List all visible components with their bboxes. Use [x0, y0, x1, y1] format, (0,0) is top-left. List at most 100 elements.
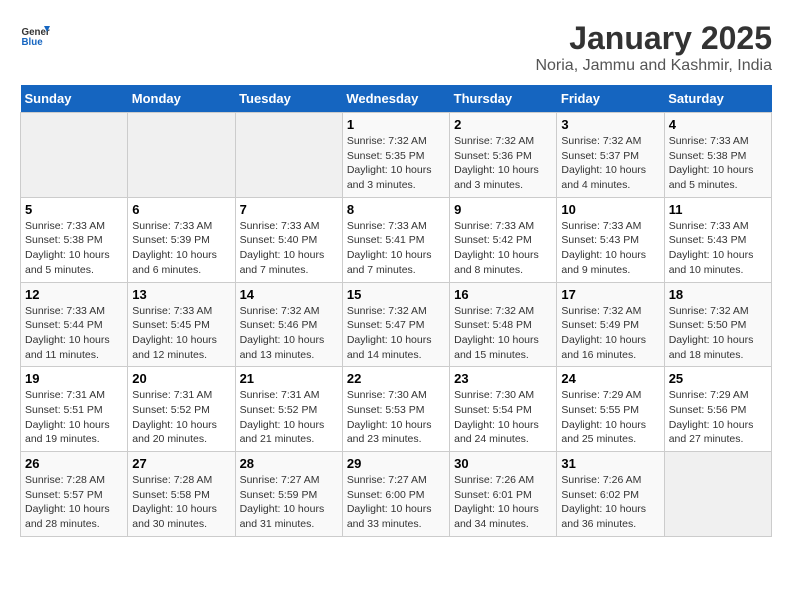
- svg-text:Blue: Blue: [22, 37, 44, 48]
- table-row: 12Sunrise: 7:33 AM Sunset: 5:44 PM Dayli…: [21, 282, 128, 367]
- day-info: Sunrise: 7:30 AM Sunset: 5:54 PM Dayligh…: [454, 388, 552, 447]
- table-row: 9 Sunrise: 7:33 AM Sunset: 5:42 PM Daylig…: [450, 197, 557, 282]
- day-info: Sunrise: 7:27 AM Sunset: 5:59 PM Dayligh…: [240, 473, 338, 532]
- day-info: Sunrise: 7:33 AM Sunset: 5:45 PM Dayligh…: [132, 304, 230, 363]
- day-number: 6: [132, 202, 230, 217]
- day-info: Sunrise: 7:32 AM Sunset: 5:49 PM Dayligh…: [561, 304, 659, 363]
- day-info: Sunrise: 7:26 AM Sunset: 6:01 PM Dayligh…: [454, 473, 552, 532]
- day-number: 18: [669, 287, 767, 302]
- day-info: Sunrise: 7:28 AM Sunset: 5:57 PM Dayligh…: [25, 473, 123, 532]
- day-info: Sunrise: 7:33 AM Sunset: 5:40 PM Dayligh…: [240, 219, 338, 278]
- weekday-header-row: Sunday Monday Tuesday Wednesday Thursday…: [21, 85, 772, 113]
- header: General Blue January 2025 Noria, Jammu a…: [20, 20, 772, 75]
- table-row: 24 Sunrise: 7:29 AM Sunset: 5:55 PM Dayli…: [557, 367, 664, 452]
- table-row: 29Sunrise: 7:27 AM Sunset: 6:00 PM Dayli…: [342, 452, 449, 537]
- table-row: 23 Sunrise: 7:30 AM Sunset: 5:54 PM Dayli…: [450, 367, 557, 452]
- day-info: Sunrise: 7:33 AM Sunset: 5:39 PM Dayligh…: [132, 219, 230, 278]
- day-info: Sunrise: 7:33 AM Sunset: 5:44 PM Dayligh…: [25, 304, 123, 363]
- calendar-week-row: 19 Sunrise: 7:31 AM Sunset: 5:51 PM Dayli…: [21, 367, 772, 452]
- day-info: Sunrise: 7:32 AM Sunset: 5:50 PM Dayligh…: [669, 304, 767, 363]
- table-row: 19 Sunrise: 7:31 AM Sunset: 5:51 PM Dayli…: [21, 367, 128, 452]
- day-number: 2: [454, 117, 552, 132]
- day-number: 14: [240, 287, 338, 302]
- table-row: 22Sunrise: 7:30 AM Sunset: 5:53 PM Dayli…: [342, 367, 449, 452]
- day-info: Sunrise: 7:33 AM Sunset: 5:38 PM Dayligh…: [25, 219, 123, 278]
- day-number: 29: [347, 456, 445, 471]
- day-number: 26: [25, 456, 123, 471]
- table-row: 8Sunrise: 7:33 AM Sunset: 5:41 PM Daylig…: [342, 197, 449, 282]
- header-monday: Monday: [128, 85, 235, 113]
- day-info: Sunrise: 7:32 AM Sunset: 5:46 PM Dayligh…: [240, 304, 338, 363]
- table-row: 13 Sunrise: 7:33 AM Sunset: 5:45 PM Dayli…: [128, 282, 235, 367]
- table-row: 18 Sunrise: 7:32 AM Sunset: 5:50 PM Dayli…: [664, 282, 771, 367]
- day-number: 9: [454, 202, 552, 217]
- table-row: 11Sunrise: 7:33 AM Sunset: 5:43 PM Dayli…: [664, 197, 771, 282]
- day-info: Sunrise: 7:33 AM Sunset: 5:38 PM Dayligh…: [669, 134, 767, 193]
- table-row: 2 Sunrise: 7:32 AM Sunset: 5:36 PM Daylig…: [450, 113, 557, 198]
- table-row: [128, 113, 235, 198]
- table-row: 6 Sunrise: 7:33 AM Sunset: 5:39 PM Daylig…: [128, 197, 235, 282]
- table-row: 17 Sunrise: 7:32 AM Sunset: 5:49 PM Dayli…: [557, 282, 664, 367]
- day-info: Sunrise: 7:29 AM Sunset: 5:56 PM Dayligh…: [669, 388, 767, 447]
- table-row: [664, 452, 771, 537]
- day-number: 19: [25, 371, 123, 386]
- day-info: Sunrise: 7:31 AM Sunset: 5:52 PM Dayligh…: [240, 388, 338, 447]
- calendar-week-row: 12Sunrise: 7:33 AM Sunset: 5:44 PM Dayli…: [21, 282, 772, 367]
- header-saturday: Saturday: [664, 85, 771, 113]
- header-sunday: Sunday: [21, 85, 128, 113]
- day-info: Sunrise: 7:33 AM Sunset: 5:43 PM Dayligh…: [561, 219, 659, 278]
- day-info: Sunrise: 7:32 AM Sunset: 5:37 PM Dayligh…: [561, 134, 659, 193]
- table-row: 21 Sunrise: 7:31 AM Sunset: 5:52 PM Dayli…: [235, 367, 342, 452]
- calendar-title: January 2025: [535, 20, 772, 57]
- calendar-week-row: 26 Sunrise: 7:28 AM Sunset: 5:57 PM Dayli…: [21, 452, 772, 537]
- table-row: [235, 113, 342, 198]
- table-row: 7Sunrise: 7:33 AM Sunset: 5:40 PM Daylig…: [235, 197, 342, 282]
- day-info: Sunrise: 7:33 AM Sunset: 5:42 PM Dayligh…: [454, 219, 552, 278]
- day-info: Sunrise: 7:33 AM Sunset: 5:43 PM Dayligh…: [669, 219, 767, 278]
- table-row: 31 Sunrise: 7:26 AM Sunset: 6:02 PM Dayli…: [557, 452, 664, 537]
- table-row: 1Sunrise: 7:32 AM Sunset: 5:35 PM Daylig…: [342, 113, 449, 198]
- day-number: 22: [347, 371, 445, 386]
- calendar-week-row: 5 Sunrise: 7:33 AM Sunset: 5:38 PM Daylig…: [21, 197, 772, 282]
- day-info: Sunrise: 7:32 AM Sunset: 5:36 PM Dayligh…: [454, 134, 552, 193]
- table-row: 5 Sunrise: 7:33 AM Sunset: 5:38 PM Daylig…: [21, 197, 128, 282]
- day-info: Sunrise: 7:33 AM Sunset: 5:41 PM Dayligh…: [347, 219, 445, 278]
- table-row: 10 Sunrise: 7:33 AM Sunset: 5:43 PM Dayli…: [557, 197, 664, 282]
- day-number: 23: [454, 371, 552, 386]
- title-area: January 2025 Noria, Jammu and Kashmir, I…: [535, 20, 772, 75]
- day-info: Sunrise: 7:28 AM Sunset: 5:58 PM Dayligh…: [132, 473, 230, 532]
- table-row: 15Sunrise: 7:32 AM Sunset: 5:47 PM Dayli…: [342, 282, 449, 367]
- day-number: 16: [454, 287, 552, 302]
- calendar-table: Sunday Monday Tuesday Wednesday Thursday…: [20, 85, 772, 537]
- table-row: 20 Sunrise: 7:31 AM Sunset: 5:52 PM Dayli…: [128, 367, 235, 452]
- header-friday: Friday: [557, 85, 664, 113]
- day-number: 17: [561, 287, 659, 302]
- day-number: 20: [132, 371, 230, 386]
- day-info: Sunrise: 7:31 AM Sunset: 5:52 PM Dayligh…: [132, 388, 230, 447]
- logo: General Blue: [20, 20, 50, 50]
- table-row: [21, 113, 128, 198]
- day-number: 31: [561, 456, 659, 471]
- day-number: 30: [454, 456, 552, 471]
- day-number: 15: [347, 287, 445, 302]
- table-row: 3Sunrise: 7:32 AM Sunset: 5:37 PM Daylig…: [557, 113, 664, 198]
- day-number: 24: [561, 371, 659, 386]
- day-info: Sunrise: 7:29 AM Sunset: 5:55 PM Dayligh…: [561, 388, 659, 447]
- day-number: 1: [347, 117, 445, 132]
- header-wednesday: Wednesday: [342, 85, 449, 113]
- table-row: 4 Sunrise: 7:33 AM Sunset: 5:38 PM Daylig…: [664, 113, 771, 198]
- header-tuesday: Tuesday: [235, 85, 342, 113]
- table-row: 14 Sunrise: 7:32 AM Sunset: 5:46 PM Dayli…: [235, 282, 342, 367]
- day-number: 4: [669, 117, 767, 132]
- day-info: Sunrise: 7:32 AM Sunset: 5:48 PM Dayligh…: [454, 304, 552, 363]
- header-thursday: Thursday: [450, 85, 557, 113]
- day-number: 21: [240, 371, 338, 386]
- table-row: 27Sunrise: 7:28 AM Sunset: 5:58 PM Dayli…: [128, 452, 235, 537]
- day-info: Sunrise: 7:31 AM Sunset: 5:51 PM Dayligh…: [25, 388, 123, 447]
- day-number: 28: [240, 456, 338, 471]
- day-info: Sunrise: 7:26 AM Sunset: 6:02 PM Dayligh…: [561, 473, 659, 532]
- table-row: 25Sunrise: 7:29 AM Sunset: 5:56 PM Dayli…: [664, 367, 771, 452]
- day-number: 13: [132, 287, 230, 302]
- day-number: 10: [561, 202, 659, 217]
- day-number: 5: [25, 202, 123, 217]
